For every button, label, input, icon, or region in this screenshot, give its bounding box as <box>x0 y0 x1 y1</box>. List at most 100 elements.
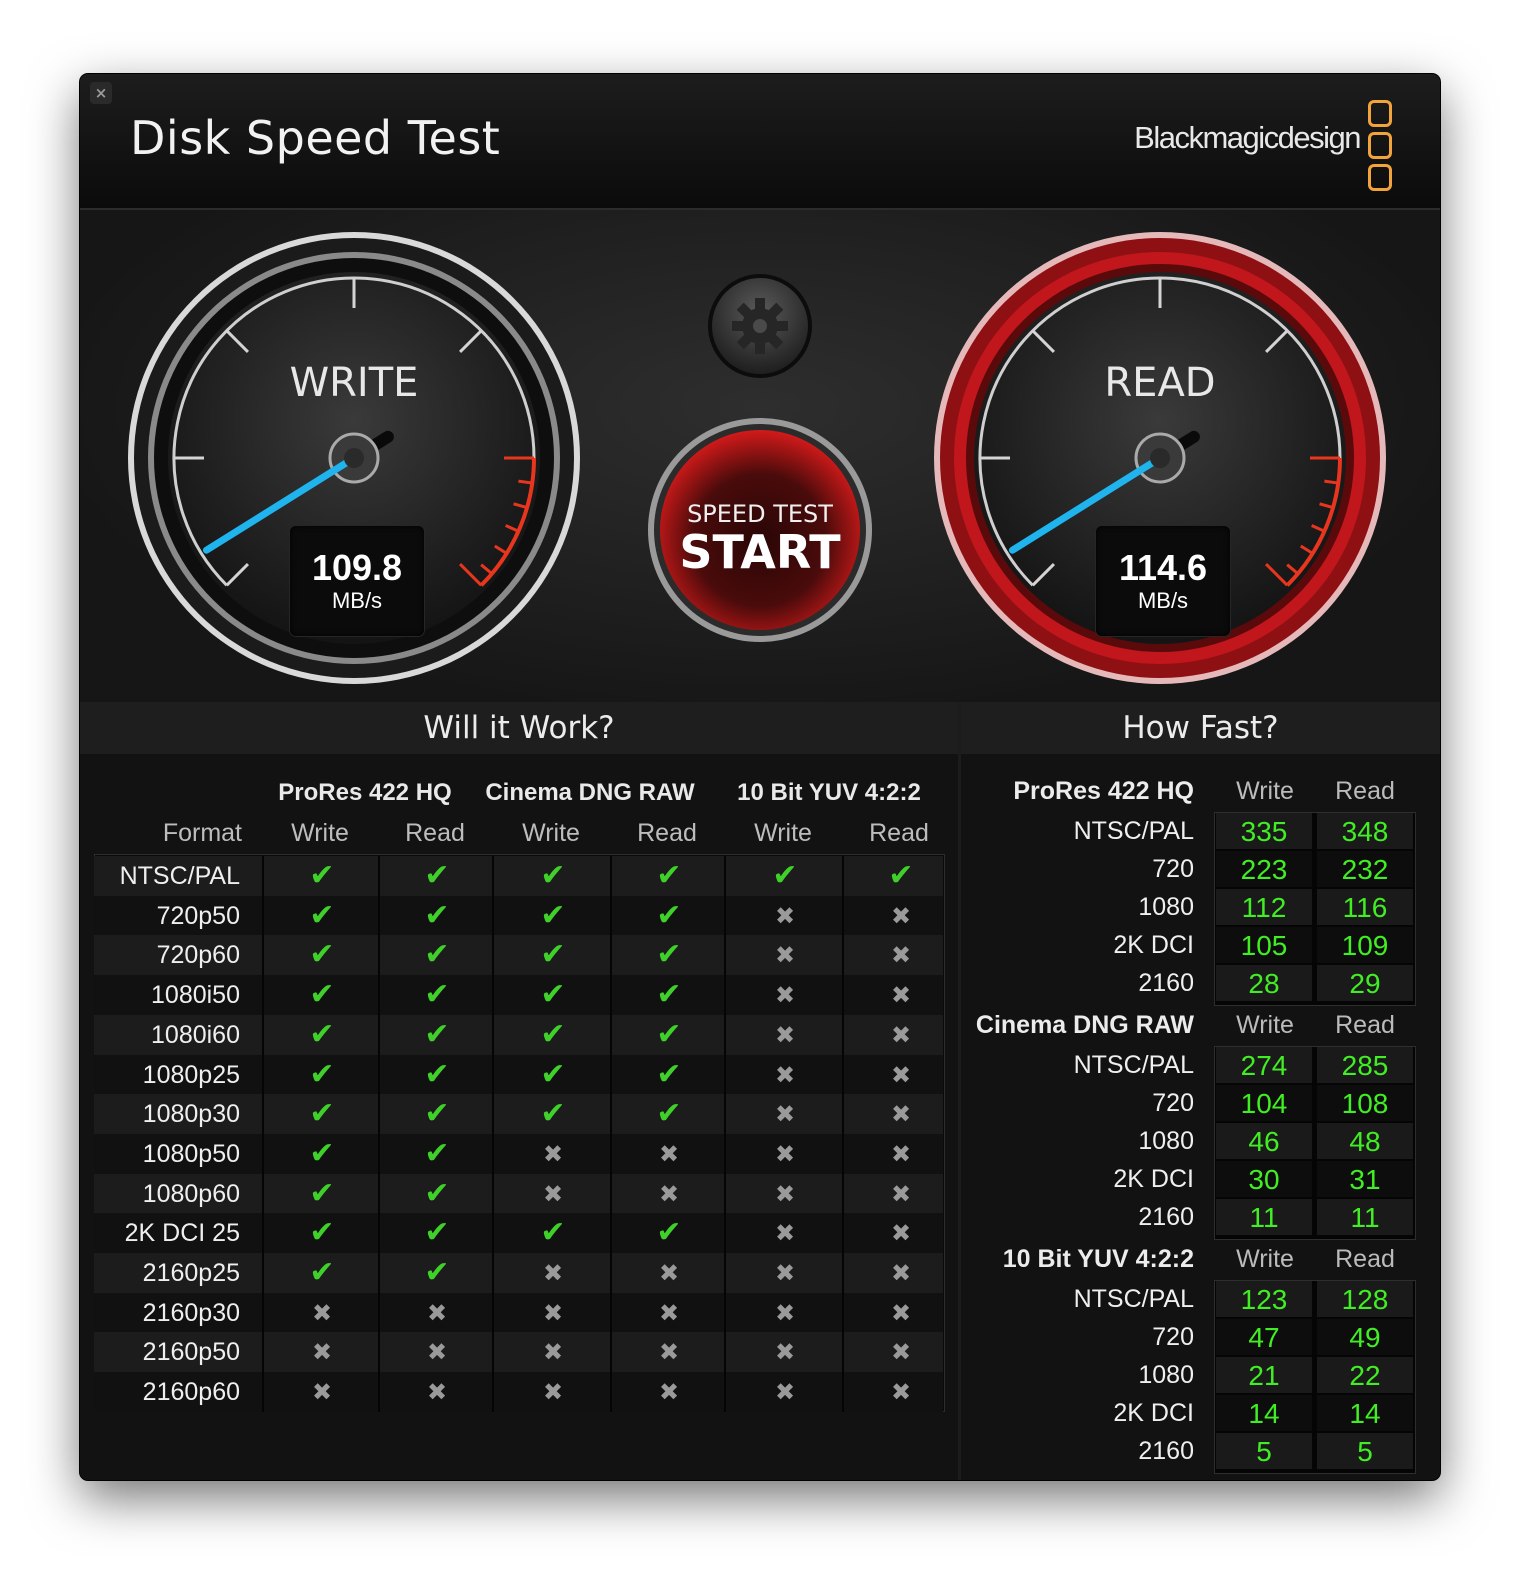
ww-format-label: 2160p30 <box>142 1298 240 1327</box>
app-window: × Disk Speed Test Blackmagicdesign WRITE… <box>80 74 1440 1480</box>
hf-speed-value: 46 <box>1216 1123 1312 1159</box>
ww-table-row: 2160p30 ✖ ✖ ✖ ✖ ✖ ✖ <box>94 1292 943 1333</box>
cross-icon: ✖ <box>262 1292 380 1333</box>
start-line1: SPEED TEST <box>687 500 833 528</box>
checkmark-icon: ✔ <box>610 1054 726 1095</box>
ww-format-label: 1080i50 <box>151 981 240 1010</box>
ww-format-label: 2160p60 <box>142 1378 240 1407</box>
hf-speed-value: 14 <box>1317 1395 1413 1431</box>
cross-icon: ✖ <box>842 1014 958 1055</box>
hf-row-label: NTSC/PAL <box>1073 1285 1194 1313</box>
cross-icon: ✖ <box>724 935 844 976</box>
ww-col-write-label: Write <box>291 819 349 847</box>
will-it-work-header: Will it Work? <box>80 702 958 756</box>
hf-row-label: 2K DCI <box>1113 931 1194 959</box>
ww-format-label: 720p60 <box>156 941 240 970</box>
title-bar: × Disk Speed Test Blackmagicdesign <box>80 74 1440 210</box>
cross-icon: ✖ <box>492 1332 612 1373</box>
hf-speed-value: 21 <box>1216 1357 1312 1393</box>
cross-icon: ✖ <box>842 1292 958 1333</box>
ww-col-write-label: Write <box>522 819 580 847</box>
checkmark-icon: ✔ <box>378 856 494 896</box>
cross-icon: ✖ <box>492 1253 612 1293</box>
ww-table-row: 1080p30 ✔ ✔ ✔ ✔ ✖ ✖ <box>94 1094 943 1135</box>
ww-format-label: 2160p25 <box>142 1259 240 1287</box>
speed-test-start-button[interactable]: SPEED TEST START <box>646 416 874 644</box>
checkmark-icon: ✔ <box>492 1213 612 1254</box>
hf-speed-value: 232 <box>1317 851 1413 887</box>
cross-icon: ✖ <box>262 1372 380 1413</box>
cross-icon: ✖ <box>842 1213 958 1254</box>
checkmark-icon: ✔ <box>262 856 380 896</box>
checkmark-icon: ✔ <box>262 1133 380 1174</box>
write-value: 109.8 <box>311 547 403 588</box>
cross-icon: ✖ <box>492 1173 612 1214</box>
ww-format-label: 2160p50 <box>142 1338 240 1367</box>
cross-icon: ✖ <box>724 1372 844 1413</box>
checkmark-icon: ✔ <box>610 1014 726 1055</box>
close-icon[interactable]: × <box>90 82 112 104</box>
hf-speed-value: 112 <box>1216 889 1312 925</box>
hf-speed-value: 28 <box>1216 965 1312 1001</box>
cross-icon: ✖ <box>724 975 844 1016</box>
hf-codec-title: Cinema DNG RAW <box>975 1011 1194 1039</box>
settings-button[interactable] <box>706 272 814 380</box>
cross-icon: ✖ <box>842 975 958 1016</box>
hf-speed-value: 335 <box>1216 813 1312 849</box>
write-gauge-label: WRITE <box>289 360 419 406</box>
checkmark-icon: ✔ <box>262 895 380 936</box>
hf-row-label: 2160 <box>1138 1203 1194 1231</box>
hf-row-label: 720 <box>1152 855 1194 883</box>
cross-icon: ✖ <box>378 1372 494 1413</box>
checkmark-icon: ✔ <box>378 1213 494 1254</box>
ww-table-row: 2K DCI 25 ✔ ✔ ✔ ✔ ✖ ✖ <box>94 1213 943 1254</box>
ww-format-label: 2K DCI 25 <box>124 1219 240 1248</box>
hf-speed-value: 285 <box>1317 1047 1413 1083</box>
read-value: 114.6 <box>1118 547 1208 588</box>
checkmark-icon: ✔ <box>492 856 612 896</box>
checkmark-icon: ✔ <box>262 975 380 1016</box>
ww-table-row: 2160p60 ✖ ✖ ✖ ✖ ✖ ✖ <box>94 1372 943 1413</box>
hf-speed-value: 49 <box>1317 1319 1413 1355</box>
ww-table-row: 2160p50 ✖ ✖ ✖ ✖ ✖ ✖ <box>94 1332 943 1373</box>
hf-row-label: NTSC/PAL <box>1073 1051 1194 1079</box>
hf-speed-value: 109 <box>1317 927 1413 963</box>
checkmark-icon: ✔ <box>492 1014 612 1055</box>
cross-icon: ✖ <box>492 1372 612 1413</box>
checkmark-icon: ✔ <box>610 856 726 896</box>
ww-format-label: 1080i60 <box>151 1020 240 1049</box>
cross-icon: ✖ <box>610 1173 726 1214</box>
hf-speed-value: 104 <box>1216 1085 1312 1121</box>
cross-icon: ✖ <box>262 1332 380 1373</box>
hf-speed-value: 5 <box>1317 1433 1413 1469</box>
cross-icon: ✖ <box>724 1253 844 1293</box>
hf-col-label: Read <box>1335 1245 1395 1273</box>
cross-icon: ✖ <box>842 1332 958 1373</box>
hf-col-label: Read <box>1335 1011 1395 1039</box>
checkmark-icon: ✔ <box>492 895 612 936</box>
checkmark-icon: ✔ <box>378 1054 494 1095</box>
ww-table-row: 2160p25 ✔ ✔ ✖ ✖ ✖ ✖ <box>94 1253 943 1293</box>
ww-format-header: Format <box>162 819 242 847</box>
cross-icon: ✖ <box>842 895 958 936</box>
hf-row-label: 1080 <box>1138 1127 1194 1155</box>
checkmark-icon: ✔ <box>378 1094 494 1135</box>
hf-speed-value: 47 <box>1216 1319 1312 1355</box>
cross-icon: ✖ <box>378 1292 494 1333</box>
hf-row-label: 2K DCI <box>1113 1399 1194 1427</box>
hf-speed-value: 11 <box>1317 1199 1413 1235</box>
cross-icon: ✖ <box>724 1014 844 1055</box>
hf-row-label: 1080 <box>1138 1361 1194 1389</box>
hf-speed-value: 128 <box>1317 1281 1413 1317</box>
cross-icon: ✖ <box>724 1292 844 1333</box>
checkmark-icon: ✔ <box>610 1213 726 1254</box>
hf-speed-value: 223 <box>1216 851 1312 887</box>
checkmark-icon: ✔ <box>378 1253 494 1293</box>
cross-icon: ✖ <box>724 1133 844 1174</box>
brand-logo-icon <box>1368 100 1394 196</box>
ww-table-row: 720p60 ✔ ✔ ✔ ✔ ✖ ✖ <box>94 935 943 976</box>
hf-speed-value: 5 <box>1216 1433 1312 1469</box>
ww-format-label: 1080p60 <box>142 1179 240 1208</box>
checkmark-icon: ✔ <box>724 856 844 896</box>
write-unit: MB/s <box>331 588 383 613</box>
